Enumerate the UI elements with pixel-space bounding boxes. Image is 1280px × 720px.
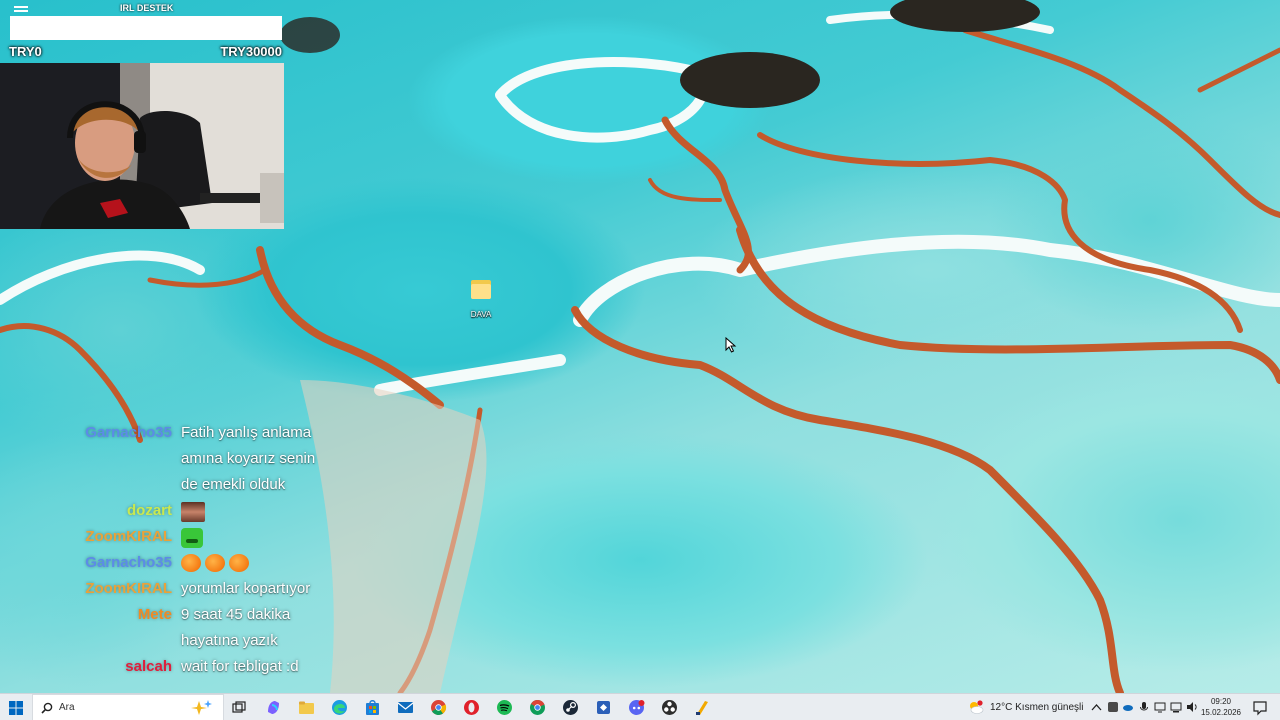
donation-goal-widget: IRL DESTEK TRY0 TRY30000 (0, 0, 284, 62)
streamer-webcam-image (0, 63, 284, 229)
chat-username: Garnacho35 (85, 424, 172, 441)
peach-emote-icon (205, 554, 225, 572)
folder-icon[interactable] (298, 699, 315, 716)
search-highlight-icon (191, 700, 212, 715)
chat-message: salcah wait for tebligat :d (0, 654, 350, 680)
display-icon[interactable] (1154, 701, 1166, 713)
app-icon[interactable] (595, 699, 612, 716)
search-placeholder: Ara (59, 702, 75, 713)
system-clock[interactable]: 09:20 15.02.2026 (1200, 696, 1242, 718)
donation-goal-title: IRL DESTEK (120, 3, 174, 13)
desktop-folder-dava[interactable]: DAVA (458, 276, 504, 322)
peach-emote-icon (181, 554, 201, 572)
chat-text: Fatih yanlış anlama (181, 424, 312, 441)
opera-icon[interactable] (463, 699, 480, 716)
cloud-icon[interactable] (1122, 701, 1134, 713)
chat-username: ZoomKIRAL (85, 528, 172, 545)
task-view-icon[interactable] (231, 700, 247, 716)
steam-icon[interactable] (562, 699, 579, 716)
search-icon (41, 702, 53, 714)
taskbar-search-box[interactable]: Ara (32, 694, 224, 720)
spotify-icon[interactable] (496, 699, 513, 716)
discord-icon[interactable] (628, 699, 645, 716)
chat-emote (181, 554, 253, 576)
weather-icon (970, 700, 984, 714)
volume-icon[interactable] (1186, 701, 1198, 713)
chat-username: dozart (127, 502, 172, 519)
chat-message: amına koyarız senin (0, 446, 350, 472)
chat-username: Garnacho35 (85, 554, 172, 571)
notification-icon[interactable] (1252, 700, 1268, 716)
chat-message: hayatına yazık (0, 628, 350, 654)
chat-message: de emekli olduk (0, 472, 350, 498)
clock-date: 15.02.2026 (1200, 708, 1242, 717)
chat-text: wait for tebligat :d (181, 658, 299, 675)
desktop-icon-label: DAVA (470, 310, 492, 319)
start-button[interactable] (0, 694, 32, 720)
chat-emote (181, 502, 205, 526)
taskbar: Ara 12°C Kısmen güneşli 09:20 15.02.2026 (0, 693, 1280, 720)
edge-icon[interactable] (331, 699, 348, 716)
menu-icon (14, 6, 28, 16)
obs-icon[interactable] (661, 699, 678, 716)
chat-text: amına koyarız senin (181, 450, 316, 467)
face-emote-icon (181, 502, 205, 522)
mail-icon[interactable] (397, 699, 414, 716)
folder-icon (470, 278, 492, 300)
clock-time: 09:20 (1210, 697, 1232, 706)
chat-text: 9 saat 45 dakika (181, 606, 291, 623)
chat-message: dozart (0, 498, 350, 524)
network-icon[interactable] (1170, 701, 1182, 713)
green-emote-icon (181, 528, 203, 548)
store-icon[interactable] (364, 699, 381, 716)
tool-icon[interactable] (694, 699, 711, 716)
chat-username: Mete (137, 606, 172, 623)
chat-emote (181, 528, 203, 552)
chat-message: ZoomKIRAL yorumlar kopartıyor (0, 576, 350, 602)
mouse-pointer-icon (725, 337, 737, 353)
donation-progress-bar (10, 16, 282, 40)
weather-text[interactable]: 12°C Kısmen güneşli (990, 702, 1084, 713)
chevron-up-icon[interactable] (1090, 701, 1103, 714)
chat-text: yorumlar kopartıyor (181, 580, 311, 597)
chat-message: ZoomKIRAL (0, 524, 350, 550)
chrome-alt-icon[interactable] (529, 699, 546, 716)
chrome-icon[interactable] (430, 699, 447, 716)
copilot-icon[interactable] (265, 699, 282, 716)
chat-text: de emekli olduk (181, 476, 286, 493)
chat-text: hayatına yazık (181, 632, 278, 649)
donation-current-amount: TRY0 (9, 44, 42, 59)
chat-username: salcah (125, 658, 172, 675)
chat-message: Mete 9 saat 45 dakika (0, 602, 350, 628)
peach-emote-icon (229, 554, 249, 572)
chat-message: Garnacho35 (0, 550, 350, 576)
stream-chat: Garnacho35 Fatih yanlış anlama amına koy… (0, 420, 350, 680)
microphone-icon[interactable] (1138, 701, 1150, 713)
tray-app-icon[interactable] (1107, 701, 1119, 713)
webcam-feed (0, 63, 284, 229)
chat-message: Garnacho35 Fatih yanlış anlama (0, 420, 350, 446)
windows-logo-icon (9, 700, 23, 715)
chat-username: ZoomKIRAL (85, 580, 172, 597)
donation-goal-amount: TRY30000 (220, 44, 282, 59)
